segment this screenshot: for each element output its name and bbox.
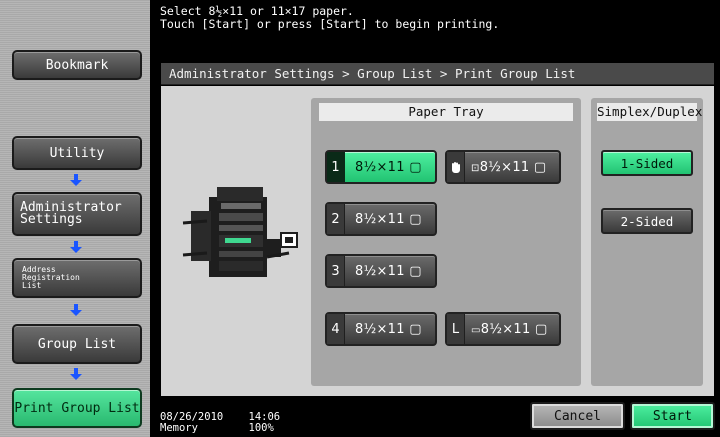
instruction-message: Select 8½×11 or 11×17 paper. Touch [Star… [160, 5, 499, 31]
message-line-1: Select 8½×11 or 11×17 paper. [160, 4, 354, 18]
tray-paper-size-label: 8½×11 ▢ [480, 321, 548, 337]
start-button[interactable]: Start [630, 402, 715, 430]
tray-paper-size: 8½×11 ▢ [355, 263, 422, 279]
down-arrow-icon [70, 174, 82, 186]
down-arrow-icon [70, 368, 82, 380]
tray-paper-size: ▭8½×11 ▢ [465, 322, 548, 337]
tray-3-button[interactable]: 3 8½×11 ▢ [325, 254, 437, 288]
left-nav-panel: Bookmark Utility Administrator Settings … [0, 0, 150, 437]
down-arrow-icon [70, 241, 82, 253]
print-group-list-button[interactable]: Print Group List [12, 388, 142, 428]
tray-number: 3 [327, 256, 345, 286]
status-readout: 08/26/2010 14:06 Memory 100% [160, 412, 280, 434]
tray-number: 4 [327, 314, 345, 344]
tray-paper-size: ⊡8½×11 ▢ [465, 160, 547, 175]
simplex-duplex-header: Simplex/Duplex [597, 103, 703, 121]
2-sided-button[interactable]: 2-Sided [601, 208, 693, 234]
printer-illustration [182, 187, 298, 277]
tray-number: 2 [327, 204, 345, 234]
tray-paper-size: 8½×11 ▢ [355, 321, 422, 337]
bookmark-button[interactable]: Bookmark [12, 50, 142, 80]
content-area: Paper Tray 1 8½×11 ▢ ⊡8½×11 ▢ 2 8½×11 ▢ … [161, 86, 714, 396]
utility-button[interactable]: Utility [12, 136, 142, 170]
lct-feed-icon: ▭ [471, 324, 481, 336]
manual-bypass-tray-button[interactable]: ⊡8½×11 ▢ [445, 150, 561, 184]
tray-1-button[interactable]: 1 8½×11 ▢ [325, 150, 437, 184]
administrator-settings-button[interactable]: Administrator Settings [12, 192, 142, 236]
memory-label: Memory [160, 422, 198, 434]
memory-value: 100% [248, 422, 274, 434]
message-line-2: Touch [Start] or press [Start] to begin … [160, 17, 500, 31]
tray-4-button[interactable]: 4 8½×11 ▢ [325, 312, 437, 346]
breadcrumb: Administrator Settings > Group List > Pr… [161, 63, 714, 85]
tray-2-button[interactable]: 2 8½×11 ▢ [325, 202, 437, 236]
hand-icon [447, 152, 465, 182]
tray-number: 1 [327, 152, 345, 182]
bypass-feed-icon: ⊡ [471, 162, 480, 174]
simplex-duplex-panel: Simplex/Duplex 1-Sided 2-Sided [591, 98, 703, 386]
tray-number: L [447, 314, 465, 344]
paper-tray-panel: Paper Tray 1 8½×11 ▢ ⊡8½×11 ▢ 2 8½×11 ▢ … [311, 98, 581, 386]
tray-paper-size-label: 8½×11 ▢ [479, 159, 547, 175]
tray-paper-size: 8½×11 ▢ [355, 159, 422, 175]
main-panel: Administrator Settings > Group List > Pr… [155, 58, 720, 398]
large-capacity-tray-button[interactable]: L ▭8½×11 ▢ [445, 312, 561, 346]
cancel-button[interactable]: Cancel [530, 402, 625, 430]
tray-paper-size: 8½×11 ▢ [355, 211, 422, 227]
address-registration-list-button[interactable]: Address Registration List [12, 258, 142, 298]
down-arrow-icon [70, 304, 82, 316]
paper-tray-header: Paper Tray [319, 103, 573, 121]
group-list-button[interactable]: Group List [12, 324, 142, 364]
1-sided-button[interactable]: 1-Sided [601, 150, 693, 176]
